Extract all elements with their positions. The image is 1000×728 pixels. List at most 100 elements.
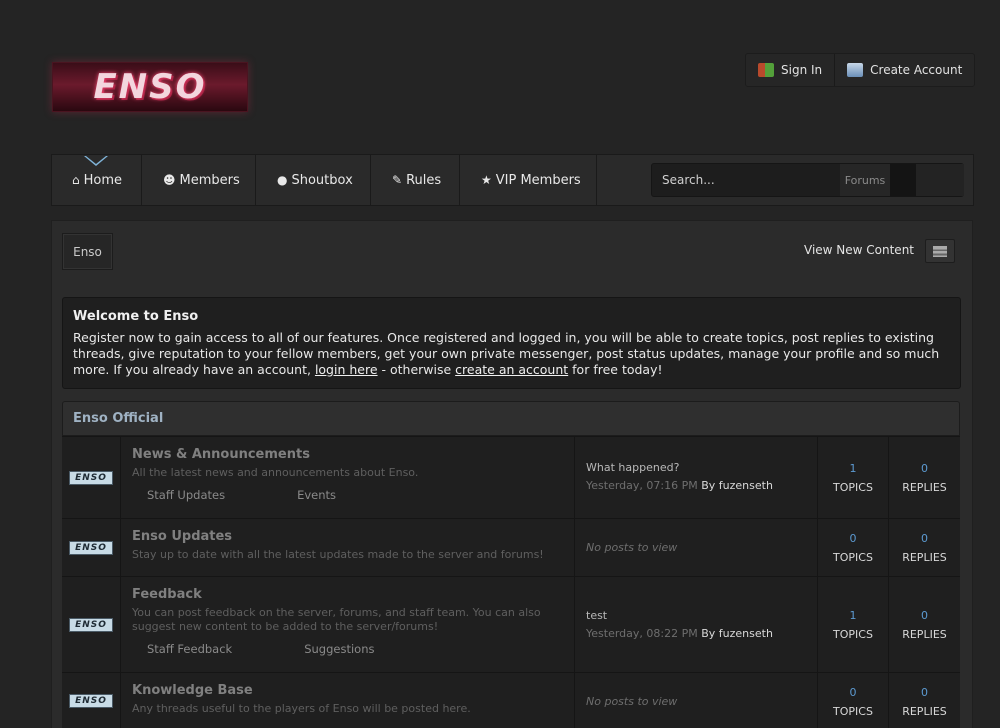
topics-label: TOPICS bbox=[833, 551, 873, 564]
subforum-list: Staff Feedback Suggestions bbox=[132, 642, 564, 656]
subforum-link[interactable]: Suggestions bbox=[304, 642, 374, 656]
category-title: Enso Official bbox=[73, 411, 164, 426]
home-icon: ⌂ bbox=[72, 173, 80, 187]
subforum-link[interactable]: Staff Updates bbox=[147, 488, 225, 502]
replies-count: 0 bbox=[921, 462, 928, 475]
replies-label: REPLIES bbox=[902, 705, 947, 718]
replies-label: REPLIES bbox=[902, 551, 947, 564]
welcome-text-middle: - otherwise bbox=[377, 362, 456, 377]
no-posts-text: No posts to view bbox=[586, 695, 678, 708]
topics-stat: 1 TOPICS bbox=[818, 577, 889, 672]
forum-description: Any threads useful to the players of Ens… bbox=[132, 702, 471, 715]
category-header[interactable]: Enso Official bbox=[62, 401, 960, 436]
subforum-link[interactable]: Events bbox=[297, 488, 336, 502]
topics-count: 1 bbox=[849, 609, 857, 622]
create-account-label: Create Account bbox=[870, 63, 963, 77]
search-input[interactable] bbox=[652, 164, 838, 196]
topics-label: TOPICS bbox=[833, 628, 873, 641]
forum-icon-cell: ENSO bbox=[62, 577, 121, 672]
forum-logo-icon: ENSO bbox=[69, 617, 113, 632]
shoutbox-icon: ● bbox=[277, 173, 288, 187]
replies-label: REPLIES bbox=[902, 628, 947, 641]
nav-members-label: Members bbox=[179, 172, 240, 188]
forum-icon-cell: ENSO bbox=[62, 437, 121, 518]
topics-label: TOPICS bbox=[833, 705, 873, 718]
last-post-author[interactable]: By fuzenseth bbox=[701, 479, 773, 492]
forum-title[interactable]: Feedback bbox=[132, 587, 564, 602]
replies-count: 0 bbox=[921, 532, 928, 545]
topics-stat: 0 TOPICS bbox=[818, 673, 889, 728]
nav-members[interactable]: ☻ Members bbox=[142, 155, 256, 205]
create-account-inline-link[interactable]: create an account bbox=[455, 362, 568, 377]
welcome-text-after: for free today! bbox=[568, 362, 663, 377]
nav-shoutbox-label: Shoutbox bbox=[291, 172, 353, 188]
forum-description: Stay up to date with all the latest upda… bbox=[132, 548, 544, 561]
no-posts-text: No posts to view bbox=[586, 541, 678, 554]
vip-star-icon: ★ bbox=[481, 173, 492, 187]
welcome-box: Welcome to Enso Register now to gain acc… bbox=[62, 297, 961, 389]
last-post-title[interactable]: test bbox=[586, 609, 807, 622]
nav-rules-label: Rules bbox=[406, 172, 442, 188]
last-post-title[interactable]: What happened? bbox=[586, 461, 807, 474]
topics-label: TOPICS bbox=[833, 481, 873, 494]
forum-title[interactable]: Knowledge Base bbox=[132, 683, 564, 698]
forum-icon-cell: ENSO bbox=[62, 673, 121, 728]
forum-row: ENSO News & Announcements All the latest… bbox=[62, 436, 960, 518]
nav-home-label: Home bbox=[83, 172, 123, 188]
forum-logo-icon: ENSO bbox=[69, 693, 113, 708]
nav-shoutbox[interactable]: ● Shoutbox bbox=[256, 155, 371, 205]
logo-text: ENSO bbox=[93, 67, 207, 107]
nav-vip-members[interactable]: ★ VIP Members bbox=[460, 155, 597, 205]
breadcrumb-home[interactable]: Enso bbox=[62, 233, 113, 270]
forum-description: All the latest news and announcements ab… bbox=[132, 466, 419, 479]
create-account-icon bbox=[847, 63, 864, 77]
forum-row: ENSO Enso Updates Stay up to date with a… bbox=[62, 518, 960, 576]
members-icon: ☻ bbox=[163, 173, 176, 187]
nav-vip-members-label: VIP Members bbox=[495, 172, 581, 188]
view-new-content-link[interactable]: View New Content bbox=[804, 243, 914, 257]
nav-home[interactable]: ⌂ Home bbox=[52, 155, 142, 205]
replies-label: REPLIES bbox=[902, 481, 947, 494]
replies-stat: 0 REPLIES bbox=[889, 673, 960, 728]
topics-count: 1 bbox=[849, 462, 857, 475]
search-box: Forums bbox=[651, 163, 964, 197]
search-submit-button[interactable] bbox=[916, 164, 964, 196]
forum-title[interactable]: Enso Updates bbox=[132, 529, 564, 544]
subforum-link[interactable]: Staff Feedback bbox=[147, 642, 232, 656]
topics-stat: 0 TOPICS bbox=[818, 519, 889, 576]
login-link[interactable]: login here bbox=[315, 362, 378, 377]
forum-row: ENSO Feedback You can post feedback on t… bbox=[62, 576, 960, 672]
forum-description: You can post feedback on the server, for… bbox=[132, 606, 541, 633]
forum-row: ENSO Knowledge Base Any threads useful t… bbox=[62, 672, 960, 728]
replies-stat: 0 REPLIES bbox=[889, 437, 960, 518]
sign-in-icon bbox=[758, 63, 774, 77]
create-account-link[interactable]: Create Account bbox=[834, 54, 974, 86]
topics-stat: 1 TOPICS bbox=[818, 437, 889, 518]
last-post-time: Yesterday, 08:22 PM bbox=[586, 627, 698, 640]
site-logo[interactable]: ENSO bbox=[52, 62, 248, 112]
forum-icon-cell: ENSO bbox=[62, 519, 121, 576]
rss-button[interactable] bbox=[925, 239, 955, 263]
last-post: No posts to view bbox=[576, 673, 818, 728]
welcome-text: Register now to gain access to all of ou… bbox=[73, 330, 950, 378]
replies-stat: 0 REPLIES bbox=[889, 519, 960, 576]
search-scope-select[interactable]: Forums bbox=[840, 164, 890, 196]
welcome-title: Welcome to Enso bbox=[73, 309, 199, 324]
sign-in-link[interactable]: Sign In bbox=[746, 54, 834, 86]
last-post-meta: Yesterday, 07:16 PM By fuzenseth bbox=[586, 479, 807, 492]
page: ENSO Sign In Create Account ⌂ Home ☻ Mem… bbox=[0, 0, 1000, 728]
replies-count: 0 bbox=[921, 686, 928, 699]
last-post-author[interactable]: By fuzenseth bbox=[701, 627, 773, 640]
sign-in-label: Sign In bbox=[781, 63, 823, 77]
subforum-list: Staff Updates Events bbox=[132, 488, 564, 502]
forum-logo-icon: ENSO bbox=[69, 540, 113, 555]
forum-logo-icon: ENSO bbox=[69, 470, 113, 485]
last-post-meta: Yesterday, 08:22 PM By fuzenseth bbox=[586, 627, 807, 640]
rules-icon: ✎ bbox=[392, 173, 403, 187]
forum-info: Knowledge Base Any threads useful to the… bbox=[122, 673, 575, 728]
last-post: What happened? Yesterday, 07:16 PM By fu… bbox=[576, 437, 818, 518]
forum-title[interactable]: News & Announcements bbox=[132, 447, 564, 462]
search-options-button[interactable] bbox=[890, 164, 916, 196]
nav-rules[interactable]: ✎ Rules bbox=[371, 155, 460, 205]
replies-count: 0 bbox=[921, 609, 928, 622]
